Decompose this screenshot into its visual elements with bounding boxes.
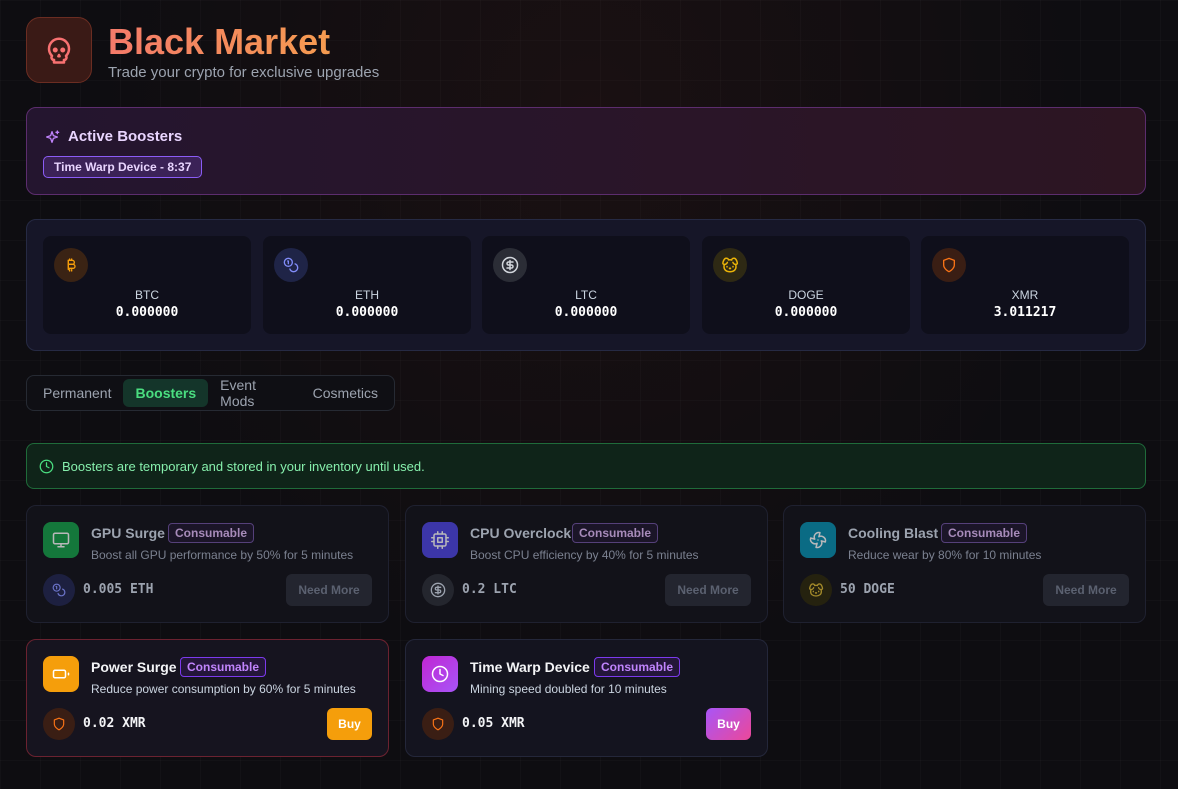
coin-balance: 0.000000: [774, 305, 838, 320]
fan-icon: [800, 522, 836, 558]
bitcoin-icon: [54, 248, 88, 282]
wallet-panel: BTC 0.000000 ETH 0.000000 LTC 0.000000 D…: [26, 219, 1146, 351]
product-description: Boost all GPU performance by 50% for 5 m…: [91, 548, 354, 562]
consumable-badge: Consumable: [180, 657, 267, 677]
product-name: CPU Overclock: [470, 525, 572, 541]
tab-cosmetics[interactable]: Cosmetics: [301, 379, 390, 407]
need-more-button[interactable]: Need More: [286, 574, 372, 606]
product-name: Cooling Blast: [848, 525, 939, 541]
coin-balance: 0.000000: [335, 305, 399, 320]
coin-symbol: ETH: [355, 288, 379, 302]
coin-balance: 0.000000: [554, 305, 618, 320]
category-tabs: Permanent Boosters Event Mods Cosmetics: [26, 375, 395, 411]
tab-event-mods[interactable]: Event Mods: [208, 371, 300, 415]
wallet-item-xmr: XMR 3.011217: [921, 236, 1129, 334]
tab-permanent[interactable]: Permanent: [31, 379, 123, 407]
product-description: Reduce power consumption by 60% for 5 mi…: [91, 682, 356, 696]
product-description: Boost CPU efficiency by 40% for 5 minute…: [470, 548, 699, 562]
sparkles-icon: [44, 129, 60, 145]
dollar-circle-icon: [493, 248, 527, 282]
product-price: 0.005 ETH: [83, 582, 154, 597]
page-title: Black Market: [108, 20, 379, 64]
page-subtitle: Trade your crypto for exclusive upgrades: [108, 63, 380, 81]
tab-boosters[interactable]: Boosters: [123, 379, 209, 407]
clock-icon: [422, 656, 458, 692]
product-description: Reduce wear by 80% for 10 minutes: [848, 548, 1042, 562]
clock-icon: [39, 459, 54, 474]
active-boosters-title: Active Boosters: [68, 128, 183, 145]
consumable-badge: Consumable: [941, 523, 1028, 543]
coin-symbol: XMR: [1011, 288, 1039, 302]
coin-balance: 0.000000: [115, 305, 179, 320]
wallet-item-doge: DOGE 0.000000: [702, 236, 910, 334]
monitor-icon: [43, 522, 79, 558]
product-price: 0.05 XMR: [462, 716, 525, 731]
info-banner: Boosters are temporary and stored in you…: [26, 443, 1146, 489]
battery-icon: [43, 656, 79, 692]
product-description: Mining speed doubled for 10 minutes: [470, 682, 667, 696]
shield-icon: [932, 248, 966, 282]
product-card-gpu-surge: GPU Surge Consumable Boost all GPU perfo…: [26, 505, 389, 623]
need-more-button[interactable]: Need More: [665, 574, 751, 606]
shield-icon: [422, 708, 454, 740]
wallet-item-btc: BTC 0.000000: [43, 236, 251, 334]
coin-symbol: DOGE: [788, 288, 824, 302]
consumable-badge: Consumable: [594, 657, 681, 677]
product-name: Power Surge: [91, 659, 177, 675]
product-card-time-warp-device: Time Warp Device Consumable Mining speed…: [405, 639, 768, 757]
page-header: Black Market Trade your crypto for exclu…: [26, 17, 379, 83]
wallet-item-eth: ETH 0.000000: [263, 236, 471, 334]
consumable-badge: Consumable: [572, 523, 659, 543]
product-price: 0.2 LTC: [462, 582, 517, 597]
coins-icon: [274, 248, 308, 282]
cpu-icon: [422, 522, 458, 558]
product-name: Time Warp Device: [470, 659, 590, 675]
coin-balance: 3.011217: [993, 305, 1057, 320]
dog-icon: [713, 248, 747, 282]
consumable-badge: Consumable: [168, 523, 255, 543]
need-more-button[interactable]: Need More: [1043, 574, 1129, 606]
active-booster-badge: Time Warp Device - 8:37: [43, 156, 203, 178]
product-name: GPU Surge: [91, 525, 165, 541]
info-banner-text: Boosters are temporary and stored in you…: [62, 458, 425, 474]
buy-button[interactable]: Buy: [706, 708, 751, 740]
product-price: 50 DOGE: [840, 582, 895, 597]
coin-symbol: LTC: [575, 288, 597, 302]
shield-icon: [43, 708, 75, 740]
dollar-circle-icon: [422, 574, 454, 606]
buy-button[interactable]: Buy: [327, 708, 372, 740]
skull-icon: [26, 17, 92, 83]
coin-symbol: BTC: [135, 288, 159, 302]
active-boosters-panel: Active Boosters Time Warp Device - 8:37: [26, 107, 1146, 195]
coins-icon: [43, 574, 75, 606]
wallet-item-ltc: LTC 0.000000: [482, 236, 690, 334]
product-card-power-surge: Power Surge Consumable Reduce power cons…: [26, 639, 389, 757]
product-price: 0.02 XMR: [83, 716, 146, 731]
product-card-cpu-overclock: CPU Overclock Consumable Boost CPU effic…: [405, 505, 768, 623]
dog-icon: [800, 574, 832, 606]
product-card-cooling-blast: Cooling Blast Consumable Reduce wear by …: [783, 505, 1146, 623]
